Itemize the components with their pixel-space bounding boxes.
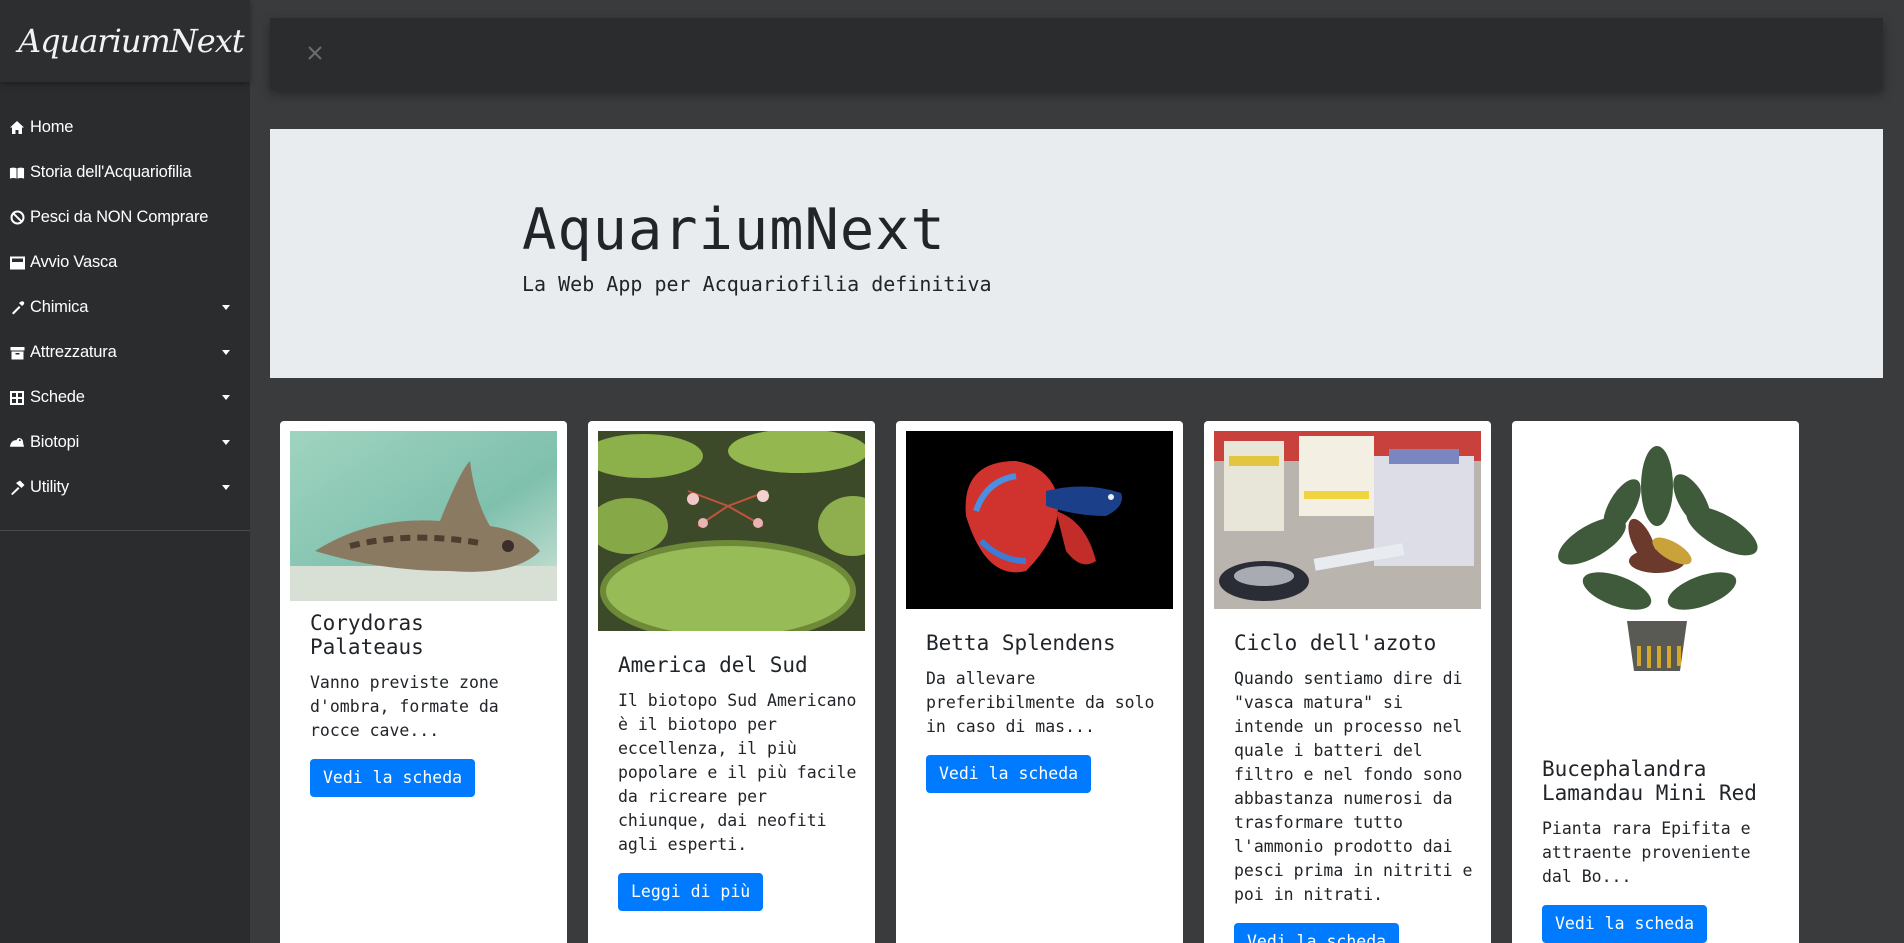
- card-corydoras: Corydoras Palateaus Vanno previste zone …: [280, 421, 567, 943]
- card-body: Bucephalandra Lamandau Mini Red Pianta r…: [1542, 757, 1781, 943]
- card-title: Corydoras Palateaus: [310, 611, 424, 659]
- sidebar-item-storia[interactable]: Storia dell'Acquariofilia: [0, 150, 250, 195]
- book-open-icon: [9, 165, 25, 181]
- card-title: Ciclo dell'azoto: [1234, 631, 1437, 655]
- card-text: Il biotopo Sud Americano è il biotopo pe…: [618, 691, 857, 854]
- view-sheet-button[interactable]: Vedi la scheda: [926, 755, 1092, 793]
- card-ciclo-azoto: Ciclo dell'azoto Quando sentiamo dire di…: [1204, 421, 1491, 943]
- giant-water-lilies-image: [598, 431, 865, 631]
- sidebar-item-label: Utility: [30, 478, 69, 496]
- sidebar-item-chimica[interactable]: Chimica: [0, 285, 250, 330]
- card-bucephalandra: Bucephalandra Lamandau Mini Red Pianta r…: [1512, 421, 1799, 943]
- sidebar-item-label: Avvio Vasca: [30, 253, 118, 271]
- sidebar-item-label: Storia dell'Acquariofilia: [30, 163, 192, 181]
- brand-logo[interactable]: AquariumNext: [0, 0, 250, 82]
- card-body: America del Sud Il biotopo Sud Americano…: [618, 653, 857, 911]
- sidebar-item-label: Schede: [30, 388, 85, 406]
- chevron-down-icon: [222, 440, 230, 445]
- card-text: Da allevare preferibilmente da solo in c…: [926, 669, 1155, 736]
- sidebar-item-label: Chimica: [30, 298, 89, 316]
- read-more-button[interactable]: Leggi di più: [618, 873, 764, 911]
- home-icon: [9, 120, 25, 136]
- sidebar-item-biotopi[interactable]: Biotopi: [0, 420, 250, 465]
- chevron-down-icon: [222, 485, 230, 490]
- sidebar-item-avvio-vasca[interactable]: Avvio Vasca: [0, 240, 250, 285]
- chevron-down-icon: [222, 305, 230, 310]
- card-body: Betta Splendens Da allevare preferibilme…: [926, 631, 1165, 793]
- potted-plant-image: [1522, 431, 1789, 701]
- card-body: Ciclo dell'azoto Quando sentiamo dire di…: [1234, 631, 1473, 943]
- chevron-down-icon: [222, 350, 230, 355]
- chevron-down-icon: [222, 395, 230, 400]
- sidebar-item-utility[interactable]: Utility: [0, 465, 250, 510]
- sidebar-item-attrezzatura[interactable]: Attrezzatura: [0, 330, 250, 375]
- card-title: Bucephalandra Lamandau Mini Red: [1542, 757, 1757, 805]
- view-sheet-button[interactable]: Vedi la scheda: [1542, 905, 1708, 943]
- grid-table-icon: [9, 390, 25, 406]
- card-body: Corydoras Palateaus Vanno previste zone …: [310, 611, 549, 797]
- eyedropper-icon: [9, 300, 25, 316]
- brand-name[interactable]: AquariumNext: [18, 22, 245, 60]
- sidebar-item-label: Pesci da NON Comprare: [30, 208, 209, 226]
- betta-fish-image: [906, 431, 1173, 609]
- sidebar-nav: Home Storia dell'Acquariofilia Pesci da …: [0, 82, 250, 531]
- top-navbar: [270, 18, 1883, 90]
- corydoras-fish-image: [290, 431, 557, 601]
- archive-box-icon: [9, 345, 25, 361]
- card-text: Vanno previste zone d'ombra, formate da …: [310, 673, 499, 740]
- sidebar-item-label: Home: [30, 118, 74, 136]
- sidebar: AquariumNext Home Storia dell'Acquariofi…: [0, 0, 250, 943]
- card-text: Pianta rara Epifita e attraente provenie…: [1542, 819, 1751, 886]
- hero-jumbotron: AquariumNext La Web App per Acquariofili…: [270, 129, 1883, 378]
- sidebar-item-home[interactable]: Home: [0, 105, 250, 150]
- card-title: America del Sud: [618, 653, 808, 677]
- sidebar-item-label: Attrezzatura: [30, 343, 117, 361]
- card-america-del-sud: America del Sud Il biotopo Sud Americano…: [588, 421, 875, 943]
- close-icon: [308, 46, 322, 60]
- ban-icon: [9, 210, 25, 226]
- hero-subtitle: La Web App per Acquariofilia definitiva: [522, 272, 992, 296]
- sidebar-item-pesci[interactable]: Pesci da NON Comprare: [0, 195, 250, 240]
- view-sheet-button[interactable]: Vedi la scheda: [1234, 923, 1400, 943]
- card-text: Quando sentiamo dire di "vasca matura" s…: [1234, 669, 1473, 904]
- hammer-icon: [9, 480, 25, 496]
- sidebar-item-schede[interactable]: Schede: [0, 375, 250, 420]
- card-title: Betta Splendens: [926, 631, 1116, 655]
- view-sheet-button[interactable]: Vedi la scheda: [310, 759, 476, 797]
- card-betta: Betta Splendens Da allevare preferibilme…: [896, 421, 1183, 943]
- aquarium-tank-icon: [9, 255, 25, 271]
- sidebar-item-label: Biotopi: [30, 433, 80, 451]
- sidebar-toggle-button[interactable]: [304, 42, 326, 64]
- lab-equipment-image: [1214, 431, 1481, 609]
- hero-title: AquariumNext: [522, 197, 946, 263]
- frog-icon: [9, 435, 25, 451]
